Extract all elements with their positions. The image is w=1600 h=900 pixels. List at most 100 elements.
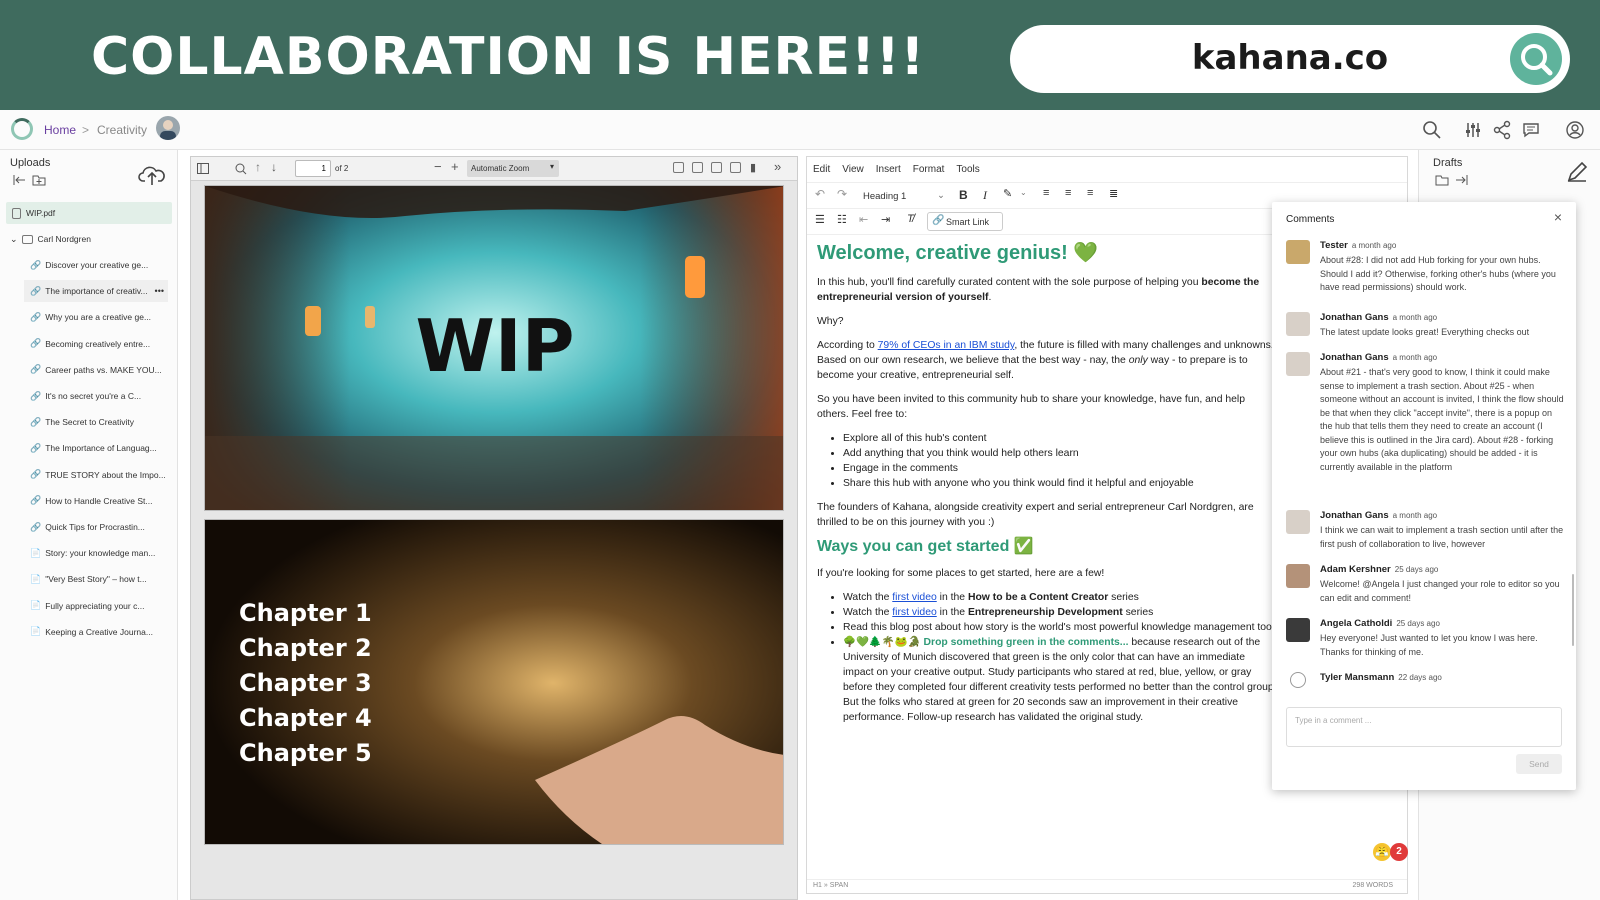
comment-text: The latest update looks great! Everythin… — [1320, 327, 1530, 337]
new-folder-icon[interactable] — [32, 174, 46, 186]
align-right-icon[interactable]: ≡ — [1087, 187, 1093, 199]
avatar[interactable] — [1290, 672, 1306, 688]
kahana-logo-icon[interactable] — [11, 118, 33, 140]
new-folder-icon[interactable] — [1435, 174, 1449, 186]
open-file-icon[interactable] — [692, 162, 703, 173]
sidebar-toggle-icon[interactable] — [197, 163, 209, 174]
sliders-icon[interactable] — [1463, 120, 1483, 140]
sidebar-item-upload[interactable]: 🔗 Why you are a creative ge... — [24, 306, 168, 328]
redo-icon[interactable]: ↷ — [837, 187, 847, 201]
sidebar-item-upload[interactable]: 🔗 It's no secret you're a C... — [24, 385, 168, 407]
zoom-select[interactable]: Automatic Zoom ▾ — [467, 160, 559, 177]
download-icon[interactable] — [730, 162, 741, 173]
indent-icon[interactable]: ⇥ — [881, 213, 890, 226]
search-icon[interactable] — [1510, 33, 1562, 85]
clear-format-icon[interactable]: T̸ — [907, 213, 914, 225]
sidebar-item-upload[interactable]: 📄 Keeping a Creative Journa... — [24, 621, 168, 643]
banner-url-pill[interactable]: kahana.co — [1010, 25, 1570, 93]
send-button[interactable]: Send — [1516, 754, 1562, 774]
sidebar-item-upload[interactable]: 🔗 TRUE STORY about the Impo... — [24, 464, 168, 486]
close-icon[interactable]: × — [1554, 209, 1562, 225]
sidebar-item-upload[interactable]: 🔗 The Importance of Languag... — [24, 437, 168, 459]
link-icon: 🔗 — [30, 442, 42, 453]
bookmark-icon[interactable]: ▮ — [750, 161, 756, 174]
avatar[interactable] — [1286, 618, 1310, 642]
emoji-icon[interactable]: 😤 — [1373, 843, 1391, 861]
ibm-study-link[interactable]: 79% of CEOs in an IBM study — [878, 340, 1015, 351]
comment-author-name: Adam Kershner — [1320, 564, 1391, 575]
menu-item-format[interactable]: Format — [913, 164, 945, 175]
comment-timestamp: a month ago — [1351, 241, 1397, 250]
sidebar-item-upload[interactable]: 🔗 How to Handle Creative St... — [24, 490, 168, 512]
smart-link-button[interactable]: 🔗 Smart Link — [927, 212, 1003, 231]
avatar[interactable] — [1286, 312, 1310, 336]
comment-timestamp: 25 days ago — [1394, 565, 1439, 574]
avatar[interactable] — [156, 116, 180, 140]
menu-item-view[interactable]: View — [842, 164, 864, 175]
highlight-icon[interactable]: ✎ — [1003, 187, 1012, 200]
upload-cloud-icon[interactable] — [138, 162, 166, 186]
avatar[interactable] — [1286, 352, 1310, 376]
word-count: 298 WORDS — [1352, 882, 1393, 889]
first-video-link[interactable]: first video — [892, 592, 936, 603]
previous-page-icon[interactable]: ↑ — [255, 160, 261, 174]
avatar[interactable] — [1286, 564, 1310, 588]
chevron-down-icon: ⌄ — [937, 190, 945, 201]
align-center-icon[interactable]: ≡ — [1065, 187, 1071, 199]
zoom-in-icon[interactable]: + — [451, 159, 459, 174]
editor-content[interactable]: Welcome, creative genius! 💚 In this hub,… — [817, 242, 1277, 882]
sidebar-item-upload[interactable]: 🔗 The Secret to Creativity — [24, 411, 168, 433]
avatar[interactable] — [1286, 240, 1310, 264]
sidebar-item-upload[interactable]: 🔗 Becoming creatively entre... — [24, 333, 168, 355]
search-icon[interactable] — [235, 163, 247, 175]
presentation-icon[interactable] — [673, 162, 684, 173]
comment-text: Welcome! @Angela I just changed your rol… — [1320, 579, 1560, 603]
share-icon[interactable] — [1492, 120, 1512, 140]
sidebar-item-upload[interactable]: 📄 "Very Best Story" – how t... — [24, 568, 168, 590]
sidebar-item-upload[interactable]: 📄 Story: your knowledge man... — [24, 542, 168, 564]
block-format-select[interactable]: Heading 1 ⌄ — [863, 187, 947, 205]
chevron-down-icon[interactable]: ⌄ — [1020, 188, 1027, 197]
element-path: H1 » SPAN — [813, 882, 849, 889]
content-paragraph: Why? — [817, 316, 844, 327]
justify-icon[interactable]: ≣ — [1109, 187, 1118, 200]
expand-icon[interactable] — [1455, 174, 1469, 186]
avatar[interactable] — [1286, 510, 1310, 534]
uploads-title: Uploads — [10, 157, 51, 169]
chevron-down-icon: ⌄ — [10, 233, 18, 244]
undo-icon[interactable]: ↶ — [815, 187, 825, 201]
compose-icon[interactable] — [1565, 160, 1589, 184]
bold-icon[interactable]: B — [959, 188, 968, 202]
collapse-icon[interactable] — [12, 174, 26, 186]
menu-item-edit[interactable]: Edit — [813, 164, 830, 175]
scrollbar[interactable] — [1572, 574, 1574, 646]
sidebar-item-upload[interactable]: 🔗 Career paths vs. MAKE YOU... — [24, 359, 168, 381]
list-item: Share this hub with anyone who you think… — [843, 476, 1277, 491]
print-icon[interactable] — [711, 162, 722, 173]
zoom-out-icon[interactable]: − — [434, 159, 442, 174]
file-wip-pdf[interactable]: WIP.pdf — [6, 202, 172, 224]
notification-badge[interactable]: 2 — [1390, 843, 1408, 861]
breadcrumb-home[interactable]: Home — [44, 123, 76, 137]
align-left-icon[interactable]: ≡ — [1043, 187, 1049, 199]
numbered-list-icon[interactable]: ☷ — [837, 213, 847, 226]
sidebar-item-upload[interactable]: 📄 Fully appreciating your c... — [24, 595, 168, 617]
tools-icon[interactable]: » — [774, 159, 781, 174]
menu-item-insert[interactable]: Insert — [876, 164, 901, 175]
sidebar-item-upload[interactable]: 🔗 The importance of creativ... ••• — [24, 280, 168, 303]
comment-input[interactable]: Type in a comment ... — [1286, 707, 1562, 747]
folder-carl-nordgren[interactable]: ⌄ Carl Nordgren — [10, 228, 170, 250]
chat-icon[interactable] — [1521, 120, 1541, 140]
outdent-icon[interactable]: ⇤ — [859, 213, 868, 226]
more-options-icon[interactable]: ••• — [155, 286, 164, 296]
search-icon[interactable] — [1422, 120, 1442, 140]
user-icon[interactable] — [1565, 120, 1585, 140]
first-video-link[interactable]: first video — [892, 607, 936, 618]
sidebar-item-upload[interactable]: 🔗 Discover your creative ge... — [24, 254, 168, 276]
page-number-input[interactable] — [295, 160, 331, 177]
bullet-list-icon[interactable]: ☰ — [815, 213, 825, 226]
italic-icon[interactable]: I — [983, 188, 987, 203]
sidebar-item-upload[interactable]: 🔗 Quick Tips for Procrastin... — [24, 516, 168, 538]
menu-item-tools[interactable]: Tools — [956, 164, 979, 175]
next-page-icon[interactable]: ↓ — [271, 160, 277, 174]
